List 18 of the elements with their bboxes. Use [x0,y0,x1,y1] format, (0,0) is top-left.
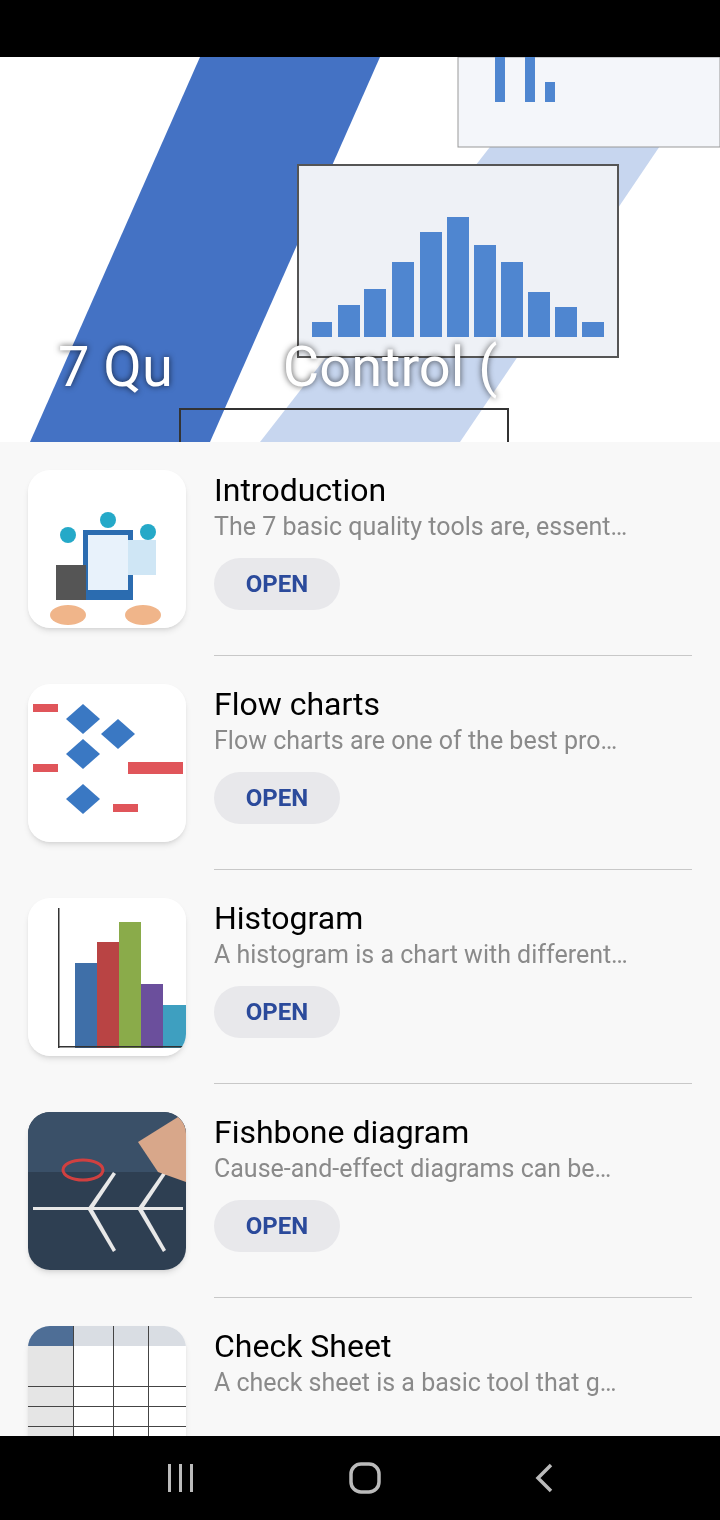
item-title: Fishbone diagram [214,1112,471,1152]
app-title: 7 Qu [58,333,173,402]
item-description: The 7 basic quality tools are, essent… [214,511,629,543]
home-icon[interactable] [349,1462,381,1494]
item-description: Cause-and-effect diagrams can be… [214,1153,613,1185]
open-button[interactable]: OPEN [214,1200,340,1252]
item-title: Flow charts [214,684,382,724]
item-description: A check sheet is a basic tool that g… [214,1367,618,1399]
item-description: A histogram is a chart with different… [214,939,629,971]
back-icon[interactable] [535,1463,553,1493]
open-button[interactable]: OPEN [214,772,340,824]
item-description: Flow charts are one of the best pro… [214,725,619,757]
item-title: Check Sheet [214,1326,393,1366]
open-button[interactable]: OPEN [214,986,340,1038]
open-button[interactable]: OPEN [214,558,340,610]
item-title: Histogram [214,898,365,938]
recent-apps-icon[interactable] [167,1463,195,1493]
item-title: Introduction [214,470,388,510]
